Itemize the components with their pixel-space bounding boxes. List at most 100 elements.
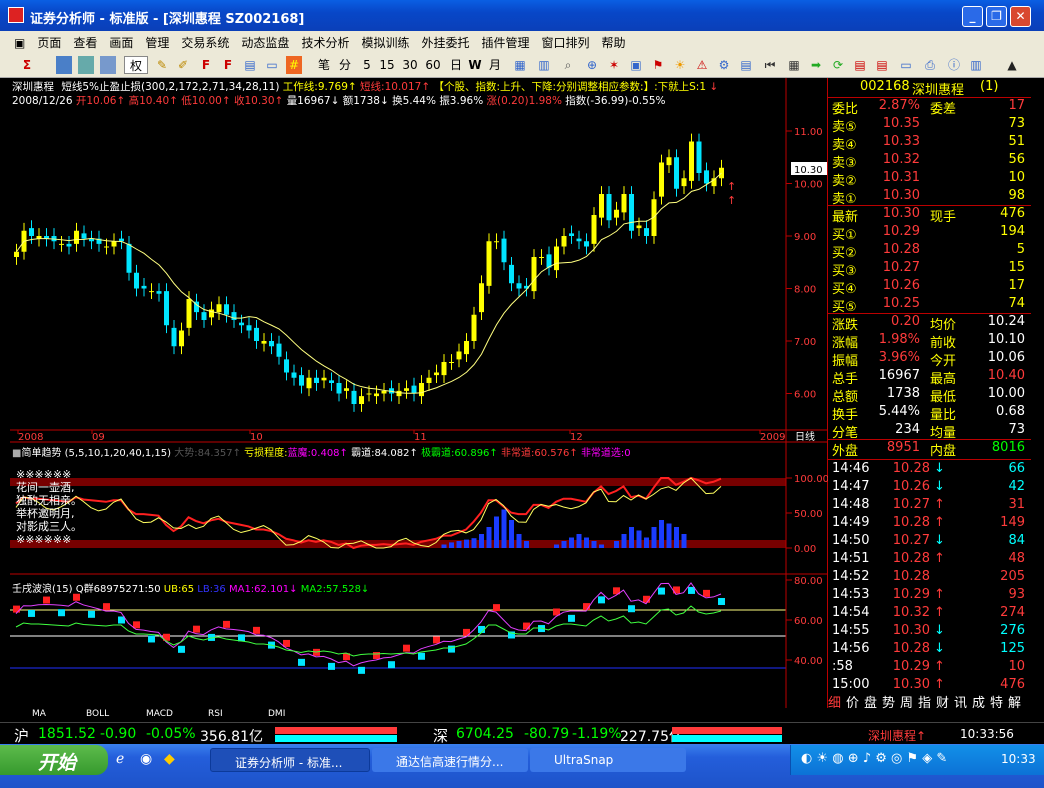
quote-tab[interactable]: 周 [900, 692, 918, 711]
ind1-bar [629, 527, 634, 548]
quote-tab[interactable]: 解 [1008, 692, 1026, 711]
menu-monitor[interactable]: 动态监盘 [235, 31, 295, 51]
f-icon[interactable]: F [198, 56, 214, 74]
pencil-icon[interactable]: ✐ [175, 56, 191, 74]
monitor-icon[interactable]: ▭ [898, 56, 914, 74]
menu-view[interactable]: 查看 [67, 31, 103, 51]
menu-screen[interactable]: 画面 [103, 31, 139, 51]
window-icon[interactable] [100, 56, 116, 74]
menu-file-icon[interactable]: ▣ [0, 33, 31, 50]
candle-body [231, 312, 237, 320]
quote-tab[interactable]: 盘 [864, 692, 882, 711]
fo-icon[interactable]: F [220, 56, 236, 74]
scroll-up-icon[interactable]: ▲ [1004, 56, 1020, 74]
week-button[interactable]: W [468, 56, 482, 74]
menu-tech[interactable]: 技术分析 [295, 31, 355, 51]
info-icon[interactable]: ⓘ [946, 56, 962, 74]
pen-icon[interactable]: ✎ [154, 56, 170, 74]
candle-body [426, 377, 432, 383]
chart-area[interactable]: 深圳惠程 短线5%止盈止损(300,2,172,2,71,34,28,11) 工… [10, 78, 828, 708]
app-tray-icon[interactable]: ◆ [164, 751, 175, 767]
period-30-button[interactable]: 30 [401, 56, 419, 74]
zoom-icon[interactable]: ⊕ [584, 56, 600, 74]
quote-tab[interactable]: 细 [828, 692, 846, 711]
menu-page[interactable]: 页面 [31, 31, 67, 51]
media-icon[interactable]: ◉ [140, 751, 152, 767]
print-icon[interactable]: ⎙ [922, 56, 938, 74]
tab-rsi[interactable]: RSI [208, 709, 223, 719]
menu-plugin[interactable]: 插件管理 [475, 31, 535, 51]
task-stock-app[interactable]: 证券分析师 - 标准... [210, 748, 370, 772]
minute-button[interactable]: 分 [338, 56, 352, 74]
grid2-icon[interactable]: ▦ [512, 56, 528, 74]
menu-sim[interactable]: 模拟训练 [355, 31, 415, 51]
menu-trade[interactable]: 交易系统 [175, 31, 235, 51]
period-60-button[interactable]: 60 [424, 56, 442, 74]
quote-tab[interactable]: 特 [990, 692, 1008, 711]
quote-tab[interactable]: 财 [936, 692, 954, 711]
minimize-button[interactable]: _ [962, 6, 983, 27]
table-icon[interactable]: ▥ [536, 56, 552, 74]
panel-icon[interactable]: ▥ [968, 56, 984, 74]
tab-macd[interactable]: MACD [146, 709, 173, 719]
star-icon[interactable]: ✶ [606, 56, 622, 74]
date-axis-label: 12 [570, 432, 583, 443]
grid-icon[interactable] [56, 56, 72, 74]
tray-icons[interactable]: ◐ ☀ ◍ ⊕ ♪ ⚙ ◎ ⚑ ◈ ✎ [801, 751, 947, 766]
quote-tab[interactable]: 势 [882, 692, 900, 711]
layout-icon[interactable] [78, 56, 94, 74]
tab-dmi[interactable]: DMI [268, 709, 285, 719]
stat-value: 1.98% [878, 332, 920, 347]
import-icon[interactable]: ▤ [874, 56, 890, 74]
quote-tab[interactable]: 讯 [954, 692, 972, 711]
task-tdx[interactable]: 通达信高速行情分... [372, 748, 528, 772]
list-icon[interactable]: ▭ [264, 56, 280, 74]
ie-icon[interactable]: ℯ [116, 751, 124, 767]
day-button[interactable]: 日 [449, 56, 463, 74]
candle-body [104, 246, 109, 248]
buy-row: 买⑤ 10.25 74 [828, 296, 1031, 315]
tab-boll[interactable]: BOLL [86, 709, 109, 719]
month-button[interactable]: 月 [488, 56, 502, 74]
menu-help[interactable]: 帮助 [596, 31, 632, 51]
doc-icon[interactable]: ▤ [738, 56, 754, 74]
candle-body [381, 390, 387, 394]
chart-icon[interactable]: ▤ [242, 56, 258, 74]
alert-icon[interactable]: ⚠ [694, 56, 710, 74]
left-end-icon[interactable]: ⏮ [762, 56, 778, 74]
sell-price: 10.31 [882, 170, 920, 185]
refresh-icon[interactable]: ⟳ [830, 56, 846, 74]
quan-button[interactable]: 权 [124, 56, 148, 74]
sigma-button[interactable]: Σ [18, 56, 36, 74]
tools-icon[interactable]: ⚙ [716, 56, 732, 74]
candle-body [306, 377, 312, 389]
hash-icon[interactable]: # [286, 56, 302, 74]
price-axis-label: 10.00 [794, 180, 823, 191]
tick-time: 14:50 [832, 533, 870, 548]
close-button[interactable]: ✕ [1010, 6, 1031, 27]
tab-ma[interactable]: MA [32, 709, 46, 719]
period-5-button[interactable]: 5 [360, 56, 374, 74]
export-icon[interactable]: ▤ [852, 56, 868, 74]
task-ultrasnap[interactable]: UltraSnap [530, 748, 686, 772]
period-15-button[interactable]: 15 [378, 56, 396, 74]
tick-button[interactable]: 笔 [317, 56, 331, 74]
restore-button[interactable]: ❐ [986, 6, 1007, 27]
ind2-marker [388, 661, 395, 669]
candle-body [284, 359, 289, 373]
ind1-bar [509, 520, 514, 548]
alert-stock[interactable]: 深圳惠程↑ [868, 727, 926, 744]
flag-icon[interactable]: ⚑ [650, 56, 666, 74]
quote-tab[interactable]: 指 [918, 692, 936, 711]
menu-manage[interactable]: 管理 [139, 31, 175, 51]
quote-tab[interactable]: 价 [846, 692, 864, 711]
box-icon[interactable]: ▣ [628, 56, 644, 74]
start-button[interactable]: 开始 [0, 745, 108, 775]
search-icon[interactable]: ⌕ [560, 56, 576, 74]
menu-window[interactable]: 窗口排列 [536, 31, 596, 51]
calc-icon[interactable]: ▦ [786, 56, 802, 74]
quote-tab[interactable]: 成 [972, 692, 990, 711]
sun-icon[interactable]: ☀ [672, 56, 688, 74]
menu-plugin-order[interactable]: 外挂委托 [415, 31, 475, 51]
arrow-right-icon[interactable]: ➡ [808, 56, 824, 74]
